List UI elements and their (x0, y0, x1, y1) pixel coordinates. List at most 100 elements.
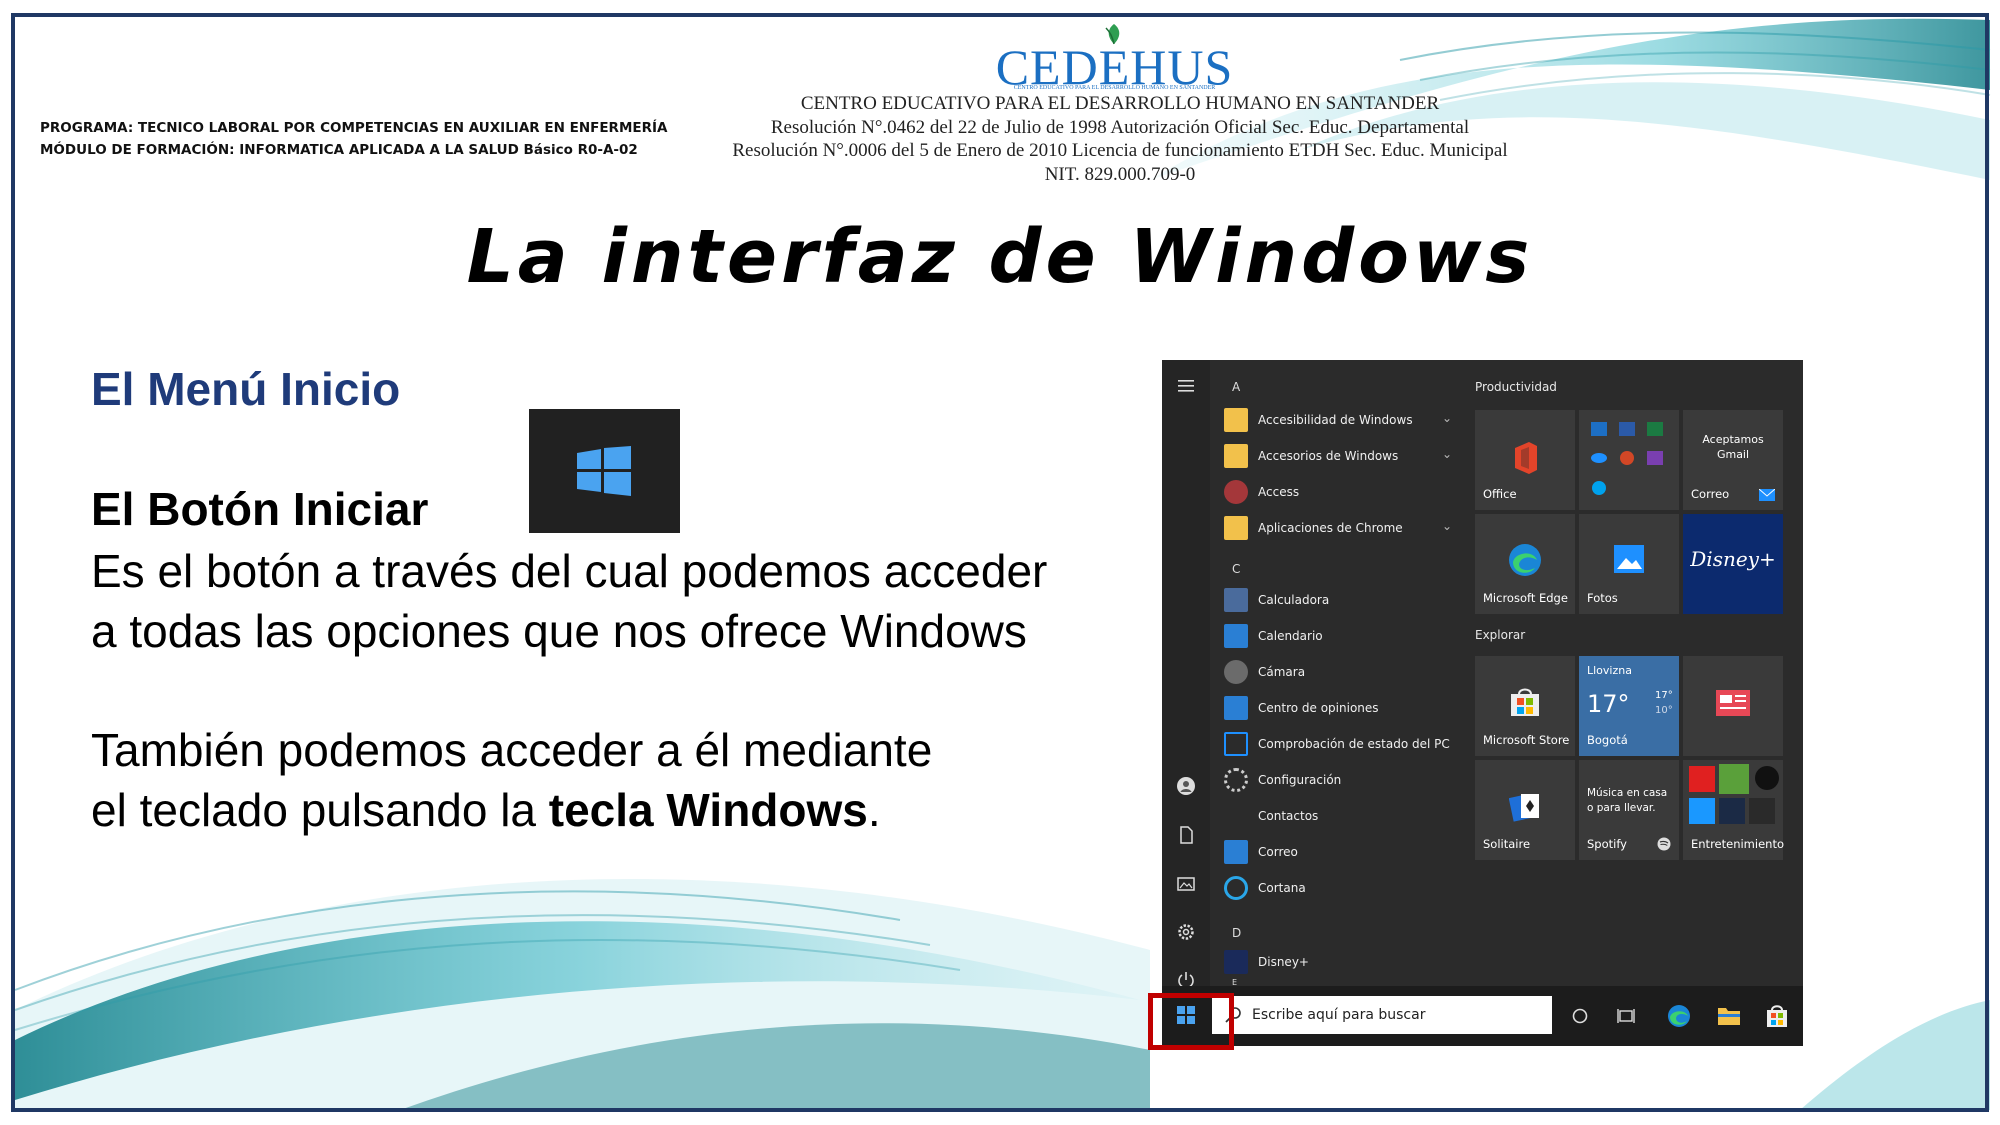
app-label: Correo (1258, 845, 1298, 859)
taskbar-search-box[interactable]: Escribe aquí para buscar (1212, 996, 1552, 1034)
app-item-access[interactable]: Access (1210, 474, 1470, 510)
mail-icon (1224, 840, 1248, 864)
access-icon (1224, 480, 1248, 504)
task-view-icon[interactable] (1617, 1007, 1635, 1025)
description-paragraph: Es el botón a través del cual podemos ac… (91, 541, 1047, 661)
start-button-highlight (1148, 993, 1234, 1050)
chevron-down-icon[interactable]: ⌄ (1442, 447, 1452, 461)
weather-temp: 17° (1587, 690, 1630, 718)
tile-weather[interactable]: Llovizna 17° 17° 10° Bogotá (1579, 656, 1679, 756)
store-taskbar-icon[interactable] (1766, 1004, 1788, 1028)
app-label: Aplicaciones de Chrome (1258, 521, 1403, 535)
app-item-correo[interactable]: Correo (1210, 834, 1470, 870)
disney-icon (1224, 950, 1248, 974)
tile-fotos[interactable]: Fotos (1579, 514, 1679, 614)
settings-gear-icon (1224, 768, 1248, 792)
tile-store[interactable]: Microsoft Store (1475, 656, 1575, 756)
app-item-centro-opiniones[interactable]: Centro de opiniones (1210, 690, 1470, 726)
tile-label: Entretenimiento (1691, 837, 1784, 851)
group-explorar: Explorar (1475, 628, 1526, 642)
tile-label: Microsoft Store (1483, 733, 1570, 747)
news-icon (1716, 690, 1750, 716)
tile-solitaire[interactable]: Solitaire (1475, 760, 1575, 860)
tile-disney[interactable]: Disney+ (1683, 514, 1783, 614)
calendar-icon (1224, 624, 1248, 648)
app-item-accesorios[interactable]: Accesorios de Windows ⌄ (1210, 438, 1470, 474)
slide-title: La interfaz de Windows (466, 214, 1534, 300)
disney-logo: Disney+ (1690, 547, 1776, 571)
app-item-camara[interactable]: Cámara (1210, 654, 1470, 690)
app-label: Cámara (1258, 665, 1306, 679)
cortana-icon (1224, 876, 1248, 900)
tile-office[interactable]: Office (1475, 410, 1575, 510)
letter-header-a[interactable]: A (1232, 380, 1240, 394)
settings-icon[interactable] (1176, 922, 1196, 942)
tile-news[interactable] (1683, 656, 1783, 756)
cortana-circle-icon[interactable] (1572, 1008, 1588, 1024)
keyboard-line: el teclado pulsando la tecla Windows. (91, 780, 932, 840)
weather-condition: Llovizna (1587, 664, 1632, 677)
entertainment-apps-icon (1689, 764, 1779, 824)
app-label: Cortana (1258, 881, 1306, 895)
tile-label: Spotify (1587, 837, 1627, 851)
tile-label: Correo (1691, 487, 1730, 501)
slide: PROGRAMA: TECNICO LABORAL POR COMPETENCI… (0, 0, 2000, 1125)
tile-label: Bogotá (1587, 733, 1628, 747)
app-item-calendario[interactable]: Calendario (1210, 618, 1470, 654)
app-label: Access (1258, 485, 1300, 499)
app-item-estado-pc[interactable]: Comprobación de estado del PC (1210, 726, 1470, 762)
app-item-disney[interactable]: Disney+ (1210, 944, 1470, 980)
app-item-calculadora[interactable]: Calculadora (1210, 582, 1470, 618)
folder-icon (1224, 408, 1248, 432)
tile-spotify[interactable]: Música en casa o para llevar. Spotify (1579, 760, 1679, 860)
camera-icon (1224, 660, 1248, 684)
tile-line: Gmail (1716, 448, 1750, 461)
tile-area: Productividad Office Aceptamos Gmail Cor… (1470, 360, 1803, 986)
office-icon (1515, 442, 1537, 474)
section-subtitle: El Menú Inicio (91, 363, 401, 415)
spotify-line: Música en casa (1587, 787, 1668, 799)
edge-taskbar-icon[interactable] (1667, 1004, 1691, 1028)
app-item-contactos[interactable]: Contactos (1210, 798, 1470, 834)
tile-edge[interactable]: Microsoft Edge (1475, 514, 1575, 614)
start-button-image (529, 409, 680, 533)
app-label: Accesorios de Windows (1258, 449, 1399, 463)
app-item-accesibilidad[interactable]: Accesibilidad de Windows ⌄ (1210, 402, 1470, 438)
program-info: PROGRAMA: TECNICO LABORAL POR COMPETENCI… (40, 117, 667, 161)
tile-entretenimiento[interactable]: Entretenimiento (1683, 760, 1784, 860)
app-list: A Accesibilidad de Windows ⌄ Accesorios … (1210, 360, 1470, 987)
letter-header-c[interactable]: C (1232, 562, 1240, 576)
solitaire-icon (1509, 794, 1539, 822)
file-explorer-icon[interactable] (1717, 1005, 1741, 1027)
tile-label: Fotos (1587, 591, 1618, 605)
app-label: Centro de opiniones (1258, 701, 1379, 715)
app-label: Configuración (1258, 773, 1342, 787)
weather-low: 10° (1655, 705, 1673, 716)
period: . (867, 784, 881, 836)
app-label: Disney+ (1258, 955, 1309, 969)
letter-header-d[interactable]: D (1232, 926, 1241, 940)
logo-subtext: CENTRO EDUCATIVO PARA EL DESARROLLO HUMA… (1013, 85, 1216, 91)
app-item-configuracion[interactable]: Configuración (1210, 762, 1470, 798)
pictures-icon[interactable] (1176, 874, 1196, 894)
description-line: Es el botón a través del cual podemos ac… (91, 545, 1048, 597)
documents-icon[interactable] (1176, 825, 1196, 845)
weather-high: 17° (1655, 690, 1673, 701)
user-account-icon[interactable] (1176, 776, 1196, 796)
start-rail (1162, 360, 1210, 989)
app-label: Comprobación de estado del PC (1258, 737, 1450, 751)
contacts-icon (1224, 804, 1248, 828)
photos-icon (1614, 545, 1644, 573)
app-item-cortana[interactable]: Cortana (1210, 870, 1470, 906)
keyboard-paragraph: También podemos acceder a él mediante el… (91, 720, 932, 840)
hamburger-icon[interactable] (1176, 376, 1196, 396)
calculator-icon (1224, 588, 1248, 612)
cedehus-logo: CEDEHUS CENTRO EDUCATIVO PARA EL DESARRO… (992, 22, 1237, 92)
chevron-down-icon[interactable]: ⌄ (1442, 519, 1452, 533)
chevron-down-icon[interactable]: ⌄ (1442, 411, 1452, 425)
tile-gmail-correo[interactable]: Aceptamos Gmail Correo (1683, 410, 1783, 510)
edge-icon (1509, 544, 1541, 576)
app-item-chrome-apps[interactable]: Aplicaciones de Chrome ⌄ (1210, 510, 1470, 546)
tile-office-apps[interactable] (1579, 410, 1679, 510)
feedback-icon (1224, 696, 1248, 720)
